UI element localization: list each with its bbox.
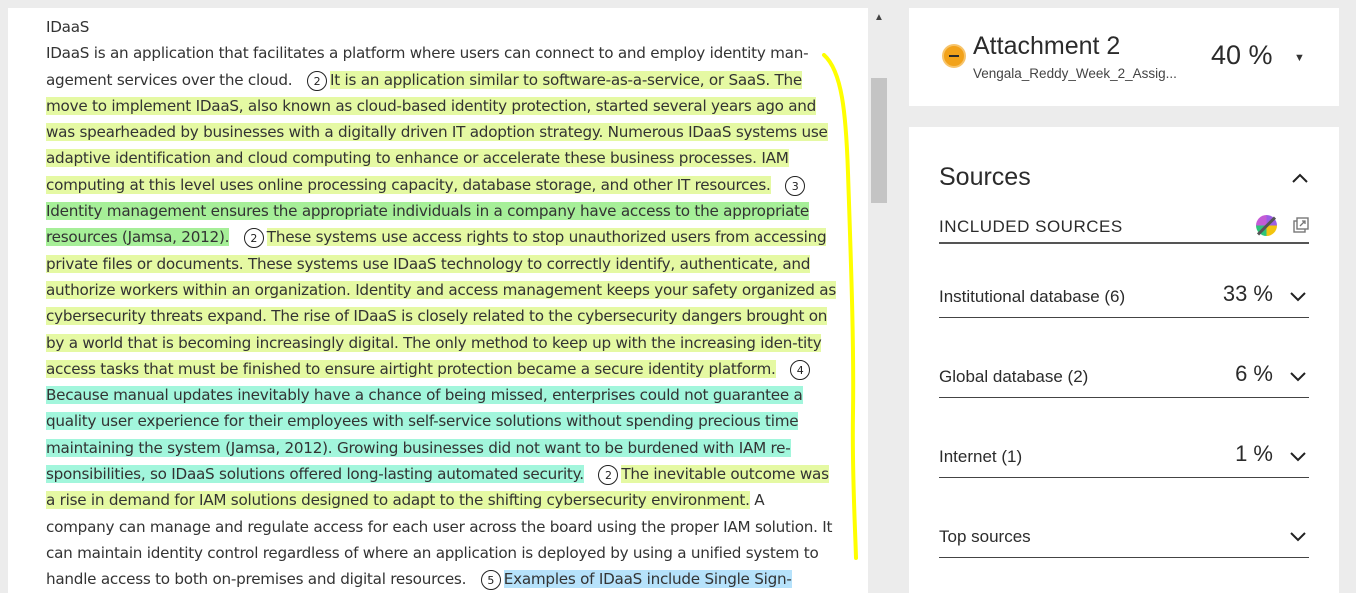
- source-row-label: Internet (1): [939, 447, 1023, 466]
- yellow-annotation-stroke: [822, 53, 858, 560]
- scroll-up-arrow-icon[interactable]: ▲: [870, 12, 888, 24]
- scrollbar-thumb[interactable]: [871, 78, 887, 203]
- sources-panel: Sources INCLUDED SOURCES Institutional d…: [909, 127, 1339, 593]
- filter-icon[interactable]: [1256, 215, 1277, 236]
- source-match-marker[interactable]: 2: [598, 465, 619, 486]
- highlighted-match-text[interactable]: Examples of IDaaS include Single Sign-: [503, 570, 792, 589]
- source-row-top-sources[interactable]: Top sources: [939, 507, 1309, 558]
- source-match-marker[interactable]: 4: [790, 359, 811, 380]
- highlighted-match-text[interactable]: These systems use access rights to stop …: [46, 228, 836, 378]
- source-match-marker[interactable]: 5: [480, 570, 501, 591]
- document-text: IDaaS IDaaS is an application that facil…: [46, 14, 836, 593]
- source-row-institutional-database[interactable]: Institutional database (6) 33 %: [939, 267, 1309, 318]
- highlighted-match-text[interactable]: It is an application similar to software…: [46, 70, 828, 194]
- minus-circle-icon: [942, 44, 966, 68]
- chevron-down-icon[interactable]: [1287, 365, 1309, 387]
- source-match-marker[interactable]: 3: [785, 175, 806, 196]
- source-row-label: Top sources: [939, 527, 1031, 546]
- source-row-percent: 6 %: [1235, 361, 1273, 386]
- document-paragraph: IDaaS is an application that facilitates…: [46, 40, 836, 592]
- included-sources-label: INCLUDED SOURCES: [939, 217, 1123, 236]
- source-row-percent: 33 %: [1222, 281, 1273, 306]
- source-row-label: Institutional database (6): [939, 287, 1126, 306]
- document-heading: IDaaS: [46, 18, 90, 36]
- chevron-up-icon[interactable]: [1289, 167, 1311, 189]
- attachment-similarity-percent: 40 %: [1211, 40, 1273, 70]
- attachment-title: Attachment 2: [973, 32, 1121, 60]
- source-row-label: Global database (2): [939, 367, 1089, 386]
- chevron-down-icon[interactable]: [1287, 285, 1309, 307]
- divider: [939, 242, 1309, 244]
- external-link-icon[interactable]: [1293, 217, 1309, 233]
- source-row-percent: 1 %: [1235, 441, 1273, 466]
- attachment-filename: Vengala_Reddy_Week_2_Assig...: [973, 66, 1177, 81]
- source-row-global-database[interactable]: Global database (2) 6 %: [939, 347, 1309, 398]
- chevron-down-icon[interactable]: [1287, 525, 1309, 547]
- chevron-down-icon[interactable]: [1287, 445, 1309, 467]
- source-row-internet[interactable]: Internet (1) 1 %: [939, 427, 1309, 478]
- source-match-marker[interactable]: 2: [306, 70, 327, 91]
- source-match-marker[interactable]: 2: [243, 228, 264, 249]
- document-viewer[interactable]: IDaaS IDaaS is an application that facil…: [8, 8, 868, 593]
- attachment-panel[interactable]: Attachment 2 Vengala_Reddy_Week_2_Assig.…: [909, 8, 1339, 106]
- caret-down-icon[interactable]: ▼: [1294, 52, 1305, 64]
- sources-title: Sources: [939, 163, 1031, 191]
